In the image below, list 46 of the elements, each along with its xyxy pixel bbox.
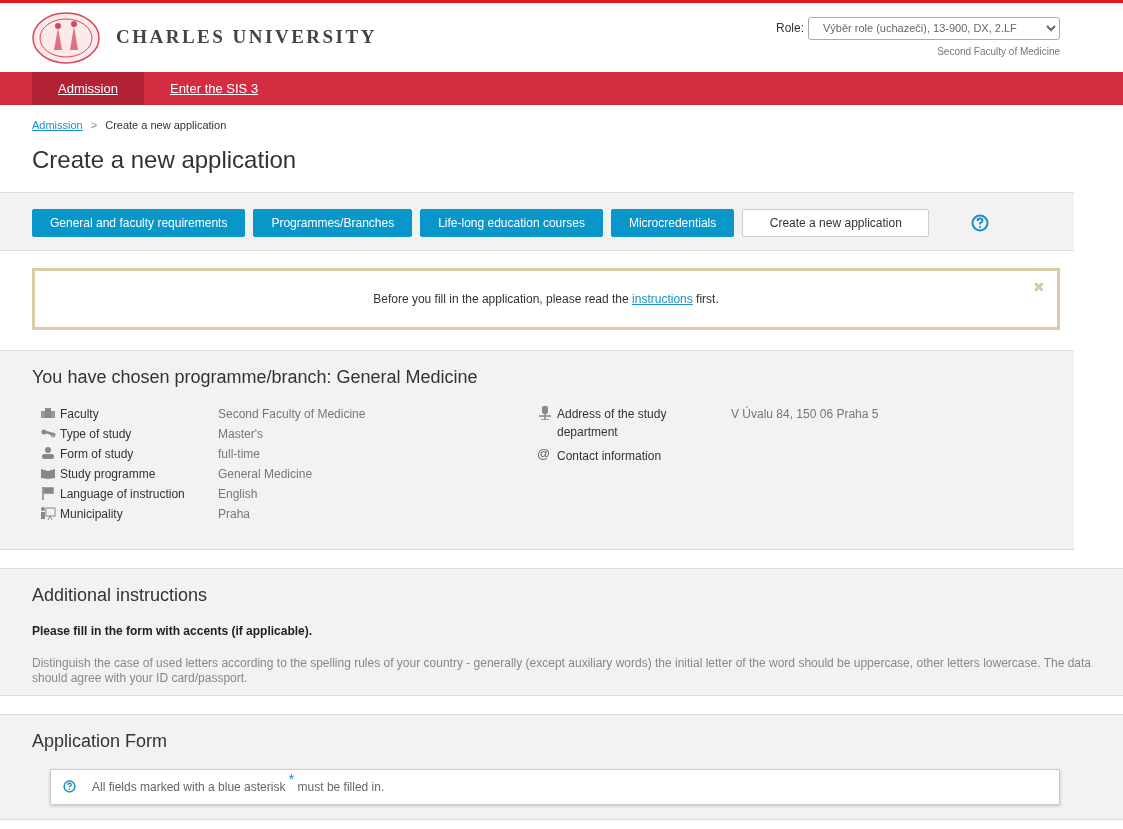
instructions-link[interactable]: instructions xyxy=(632,292,693,307)
book-icon xyxy=(40,466,56,482)
presenter-icon xyxy=(40,506,56,522)
tab-button[interactable]: Programmes/Branches xyxy=(253,209,413,238)
field-label: Type of study xyxy=(60,425,132,443)
field-value: Master's xyxy=(218,425,263,443)
field-value: Praha xyxy=(218,505,251,523)
field-value: English xyxy=(218,485,258,503)
field-label: Form of study xyxy=(60,445,134,463)
field-value: General Medicine xyxy=(218,465,313,483)
tab-button[interactable]: Create a new application xyxy=(742,209,930,238)
field-label: Address of the study department xyxy=(557,405,668,441)
instruction-note: Please fill in the form with accents (if applicable). xyxy=(32,623,314,641)
role-label: Role: xyxy=(776,20,804,37)
nav-link-item[interactable]: Admission xyxy=(32,72,144,105)
field-value: V Úvalu 84, 150 06 Praha 5 xyxy=(731,405,879,423)
field-value: full-time xyxy=(218,445,260,463)
field-label: Municipality xyxy=(60,505,123,523)
tab-button[interactable]: General and faculty requirements xyxy=(32,209,246,238)
field-value: Second Faculty of Medicine xyxy=(218,405,366,423)
field-label: Faculty xyxy=(60,405,99,423)
help-icon xyxy=(63,780,76,794)
breadcrumb-separator: > xyxy=(90,118,98,133)
role-select[interactable]: Výběr role (uchazeči), 13-900, DX, 2.LF xyxy=(808,16,1060,40)
nav-link-item[interactable]: Enter the SIS 3 xyxy=(143,72,285,105)
field-label: Contact information xyxy=(557,447,663,465)
faculty-name: Second Faculty of Medicine xyxy=(937,44,1060,59)
alert-message: Before you fill in the application, please read the instructions first. xyxy=(373,291,719,309)
breadcrumb-link[interactable]: Admission xyxy=(32,117,83,134)
university-seal-logo xyxy=(32,11,100,64)
section-title: Additional instructions xyxy=(32,584,209,607)
field-label: Language of instruction xyxy=(60,485,185,503)
help-icon[interactable] xyxy=(971,214,990,233)
person-icon xyxy=(40,446,56,462)
instruction-text: Distinguish the case of used letters according to the spelling rules of your country - generally (except auxiliary words) the initial letter of the word should be uppercase, other letters lowercase. The data should agree with your ID card/passport. xyxy=(32,656,1091,686)
section-title: You have chosen programme/branch: General Medicine xyxy=(32,367,479,389)
tab-button[interactable]: Microcredentials xyxy=(610,209,735,238)
flag-icon xyxy=(40,486,56,502)
university-name: CHARLES UNIVERSITY xyxy=(116,25,377,50)
at-sign-icon: @ xyxy=(537,446,553,461)
field-label: Study programme xyxy=(60,465,156,483)
chair-icon xyxy=(537,404,553,420)
section-title: Application Form xyxy=(32,731,169,753)
breadcrumb-current: Create a new application xyxy=(105,118,227,133)
tab-button[interactable]: Life-long education courses xyxy=(420,209,603,238)
page-title: Create a new application xyxy=(32,145,298,175)
